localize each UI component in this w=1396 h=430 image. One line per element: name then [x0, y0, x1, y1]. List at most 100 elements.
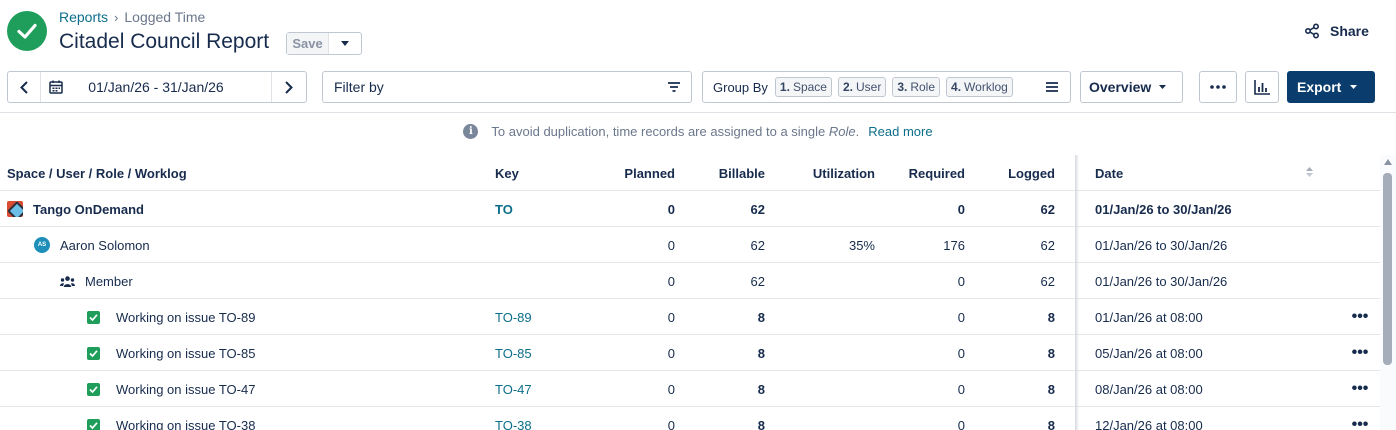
row-logged: 62 — [1040, 273, 1055, 289]
row-billable: 8 — [757, 309, 765, 325]
row-utilization — [780, 371, 875, 407]
row-utilization — [780, 407, 875, 430]
breadcrumb-separator: › — [114, 9, 119, 25]
share-button[interactable]: Share — [1304, 23, 1369, 39]
row-planned: 0 — [667, 417, 675, 430]
sort-icon[interactable] — [1306, 167, 1313, 177]
row-name: Working on issue TO-85 — [116, 345, 256, 361]
column-header-planned[interactable]: Planned — [575, 155, 675, 191]
row-key-link[interactable]: TO-47 — [495, 371, 585, 407]
story-checkbox-icon — [87, 382, 100, 396]
row-key-link[interactable]: TO-38 — [495, 407, 585, 430]
row-planned: 0 — [667, 381, 675, 397]
group-chip-user[interactable]: 2. User — [837, 77, 887, 97]
table-row-worklog[interactable]: Working on issue TO-89 TO-89 0 8 0 8 01/… — [0, 299, 1380, 335]
previous-period-button[interactable] — [8, 72, 41, 102]
row-billable: 8 — [757, 345, 765, 361]
table-row-worklog[interactable]: Working on issue TO-38 TO-38 0 8 0 8 12/… — [0, 407, 1380, 430]
row-required: 0 — [957, 273, 965, 289]
info-text-end: . — [855, 124, 860, 139]
report-table: Space / User / Role / Worklog Key Planne… — [0, 155, 1380, 430]
row-more-actions-button[interactable]: ••• — [1349, 371, 1371, 407]
group-chip-worklog[interactable]: 4. Worklog — [946, 77, 1013, 97]
row-name: Working on issue TO-38 — [116, 417, 256, 430]
sticky-column-shadow — [1075, 155, 1079, 430]
row-more-actions-button[interactable]: ••• — [1349, 299, 1371, 335]
row-planned: 0 — [667, 201, 675, 217]
date-range-picker: 01/Jan/26 - 31/Jan/26 — [7, 71, 307, 103]
row-more-actions-button[interactable]: ••• — [1349, 335, 1371, 371]
row-planned: 0 — [667, 273, 675, 289]
row-date: 01/Jan/26 to 30/Jan/26 — [1095, 201, 1232, 217]
column-header-name[interactable]: Space / User / Role / Worklog — [7, 155, 477, 191]
row-logged: 8 — [1047, 417, 1055, 430]
save-button-group: Save — [286, 32, 362, 55]
more-actions-button[interactable] — [1199, 71, 1237, 103]
next-period-button[interactable] — [272, 72, 306, 102]
scrollbar-thumb[interactable] — [1383, 173, 1392, 365]
filter-input[interactable]: Filter by — [322, 71, 692, 103]
row-date: 01/Jan/26 at 08:00 — [1095, 309, 1203, 325]
column-header-date[interactable]: Date — [1095, 155, 1335, 191]
group-by-control[interactable]: Group By 1. Space 2. User 3. Role 4. Worklog — [702, 71, 1071, 103]
avatar: AS — [34, 237, 50, 253]
row-utilization — [780, 299, 875, 335]
row-name: Member — [85, 273, 133, 289]
row-required: 0 — [957, 309, 965, 325]
table-row-user[interactable]: AS Aaron Solomon 0 62 35% 176 62 01/Jan/… — [0, 227, 1380, 263]
row-utilization — [780, 191, 875, 227]
row-required: 0 — [957, 345, 965, 361]
scroll-up-arrow-icon[interactable] — [1384, 159, 1392, 165]
save-options-button[interactable] — [329, 33, 361, 54]
view-select[interactable]: Overview — [1080, 71, 1183, 103]
table-row-role[interactable]: Member 0 62 0 62 01/Jan/26 to 30/Jan/26 — [0, 263, 1380, 299]
save-button[interactable]: Save — [287, 33, 329, 54]
group-chip-role[interactable]: 3. Role — [892, 77, 941, 97]
table-row-space[interactable]: Tango OnDemand TO 0 62 0 62 01/Jan/26 to… — [0, 191, 1380, 227]
row-utilization — [780, 263, 875, 299]
read-more-link[interactable]: Read more — [868, 124, 932, 139]
share-icon — [1304, 23, 1320, 39]
row-billable: 62 — [750, 237, 765, 253]
column-header-utilization[interactable]: Utilization — [780, 155, 875, 191]
row-key-link[interactable]: TO-85 — [495, 335, 585, 371]
row-key-link[interactable]: TO-89 — [495, 299, 585, 335]
table-row-worklog[interactable]: Working on issue TO-85 TO-85 0 8 0 8 05/… — [0, 335, 1380, 371]
chart-view-button[interactable] — [1245, 71, 1279, 103]
row-name: Aaron Solomon — [60, 237, 150, 253]
row-date: 05/Jan/26 at 08:00 — [1095, 345, 1203, 361]
story-checkbox-icon — [87, 310, 100, 324]
status-check-icon — [7, 11, 47, 51]
report-toolbar: 01/Jan/26 - 31/Jan/26 Filter by Group By… — [0, 71, 1396, 103]
caret-down-icon — [1350, 85, 1357, 89]
row-planned: 0 — [667, 345, 675, 361]
row-planned: 0 — [667, 309, 675, 325]
row-required: 176 — [943, 237, 965, 253]
column-header-logged[interactable]: Logged — [960, 155, 1055, 191]
date-range-value[interactable]: 01/Jan/26 - 31/Jan/26 — [71, 72, 272, 102]
row-key — [495, 227, 585, 263]
row-date: 12/Jan/26 at 08:00 — [1095, 417, 1203, 430]
export-button[interactable]: Export — [1287, 71, 1375, 103]
row-required: 0 — [957, 417, 965, 430]
row-logged: 62 — [1040, 201, 1055, 217]
row-key-link[interactable]: TO — [495, 191, 585, 227]
row-logged: 8 — [1047, 345, 1055, 361]
export-label: Export — [1297, 79, 1342, 95]
group-by-label: Group By — [713, 79, 768, 95]
row-utilization: 35% — [848, 237, 875, 253]
column-header-key[interactable]: Key — [495, 155, 585, 191]
column-header-billable[interactable]: Billable — [670, 155, 765, 191]
caret-down-icon — [341, 41, 349, 46]
row-billable: 62 — [750, 201, 765, 217]
row-logged: 8 — [1047, 309, 1055, 325]
calendar-button[interactable] — [41, 72, 71, 102]
row-more-actions-button[interactable]: ••• — [1349, 407, 1371, 430]
table-row-worklog[interactable]: Working on issue TO-47 TO-47 0 8 0 8 08/… — [0, 371, 1380, 407]
column-header-required[interactable]: Required — [870, 155, 965, 191]
group-chip-space[interactable]: 1. Space — [774, 77, 832, 97]
breadcrumb-reports-link[interactable]: Reports — [59, 9, 108, 25]
breadcrumb: Reports › Logged Time — [59, 9, 205, 25]
page-title: Citadel Council Report — [59, 30, 270, 53]
vertical-scrollbar[interactable] — [1380, 155, 1396, 430]
